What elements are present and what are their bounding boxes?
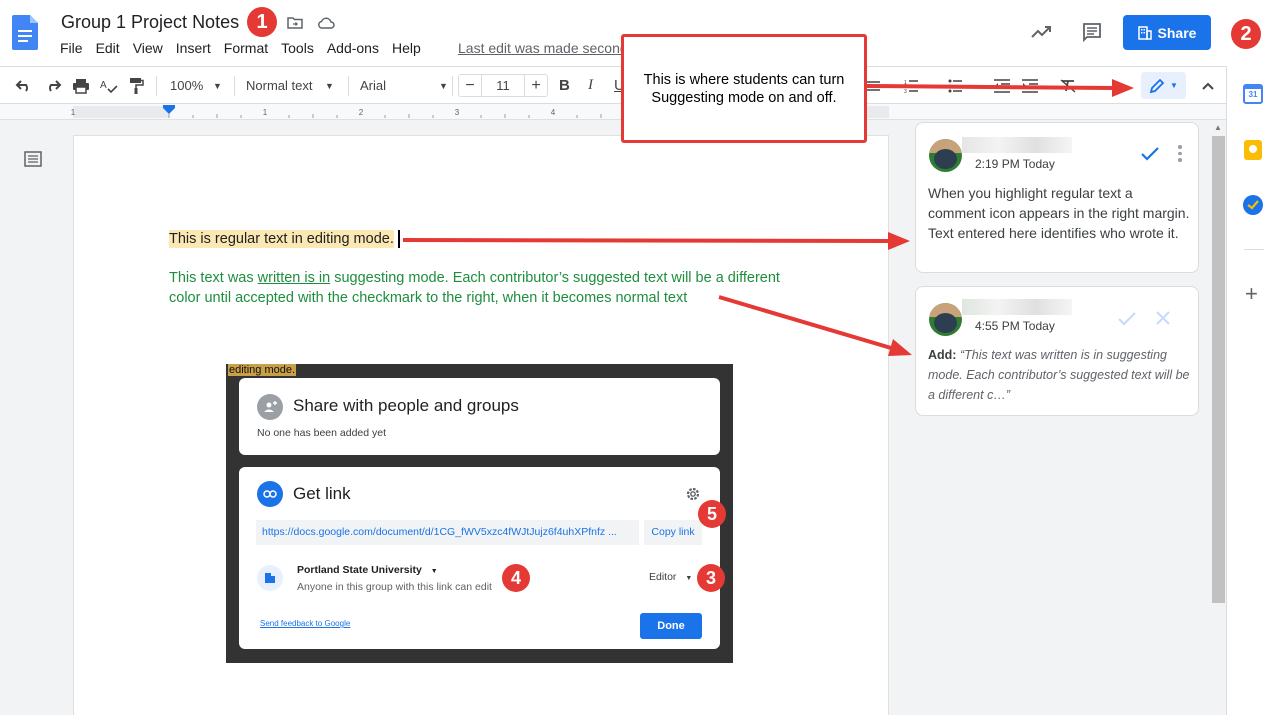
annotation-arrows bbox=[402, 79, 1134, 356]
google-docs-window: Group 1 Project Notes 1 File Edit View I… bbox=[0, 0, 1278, 715]
